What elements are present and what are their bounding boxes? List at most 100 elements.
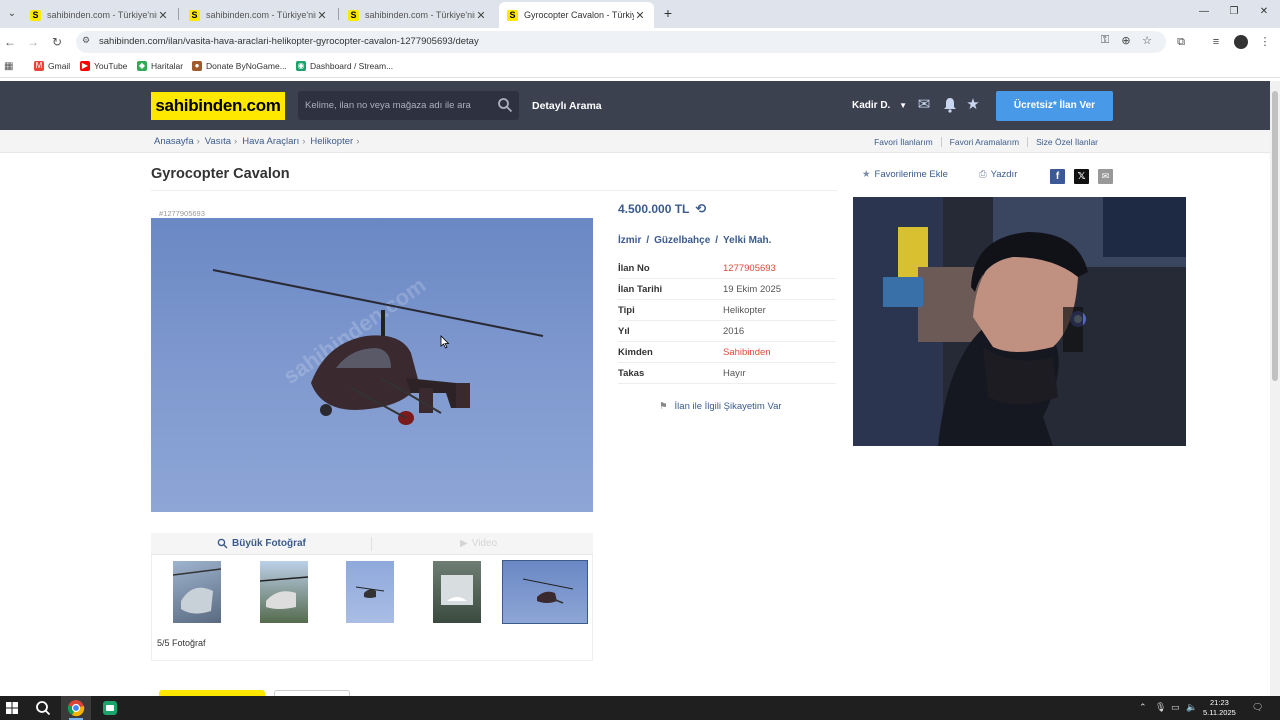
bookmark-maps[interactable]: ◆ Haritalar: [137, 61, 183, 71]
tray-overflow-icon[interactable]: ⌃: [1139, 702, 1147, 713]
bookmark-youtube[interactable]: ▶ YouTube: [80, 61, 127, 71]
photo-count: 5/5 Fotoğraf: [157, 638, 206, 648]
microphone-icon[interactable]: 🎙: [1155, 702, 1166, 713]
breadcrumb-home[interactable]: Anasayfa: [154, 136, 194, 147]
system-clock[interactable]: 21:23 5.11.2025: [1203, 698, 1236, 718]
gyrocopter-image: [212, 269, 544, 425]
extensions-icon[interactable]: ⧉: [1173, 34, 1189, 50]
user-menu[interactable]: Kadir D. ▼: [852, 100, 907, 111]
close-tab-icon[interactable]: ✕: [316, 9, 328, 22]
price-history-icon[interactable]: ⟲: [695, 201, 706, 217]
forward-icon[interactable]: →: [25, 34, 41, 50]
facebook-share-icon[interactable]: f: [1050, 169, 1065, 184]
play-icon: ▶: [460, 538, 468, 549]
site-logo[interactable]: sahibinden.com: [151, 92, 285, 120]
listing-price: 4.500.000 TL ⟲: [618, 201, 706, 217]
browser-tab-1[interactable]: S sahibinden.com - Türkiye'nin O ✕: [22, 2, 177, 28]
profile-avatar[interactable]: [1234, 35, 1248, 49]
bookmark-donate[interactable]: ● Donate ByNoGame...: [192, 61, 287, 71]
browser-tab-3[interactable]: S sahibinden.com - Türkiye'nin O ✕: [340, 2, 495, 28]
bookmark-label: Gmail: [48, 61, 71, 71]
sahibinden-favicon-icon: S: [30, 9, 41, 21]
breadcrumb-vasita[interactable]: Vasıta: [205, 136, 231, 147]
location-district[interactable]: Güzelbahçe: [654, 235, 710, 246]
browser-tab-strip: ⌄ S sahibinden.com - Türkiye'nin O ✕ S s…: [0, 0, 1280, 28]
title-divider: [151, 190, 837, 191]
location-city[interactable]: İzmir: [618, 235, 641, 246]
thumbnail-3[interactable]: [346, 561, 394, 623]
tab-title: sahibinden.com - Türkiye'nin O: [206, 10, 316, 20]
windows-start-icon[interactable]: [3, 699, 21, 717]
thumbnail-4[interactable]: [433, 561, 481, 623]
bookmarks-bar: ▦ M Gmail ▶ YouTube ◆ Haritalar ● Donate…: [0, 56, 1280, 78]
tab-search-icon[interactable]: ⌄: [4, 6, 20, 22]
star-icon: ★: [862, 169, 871, 180]
password-key-icon[interactable]: ⚿: [1097, 34, 1113, 47]
notifications-bell-icon[interactable]: [941, 96, 959, 114]
video-label: Video: [471, 538, 498, 549]
taskbar-chrome-active[interactable]: [61, 696, 91, 720]
back-icon[interactable]: ←: [2, 34, 18, 50]
magnifier-icon: [217, 538, 228, 549]
thumbnail-2[interactable]: [260, 561, 308, 623]
messages-icon[interactable]: ✉: [915, 96, 933, 114]
detail-value[interactable]: Sahibinden: [723, 347, 771, 358]
search-icon[interactable]: [497, 97, 513, 113]
streaming-app-icon[interactable]: [101, 699, 119, 717]
breadcrumb-hava-araclari[interactable]: Hava Araçları: [242, 136, 299, 147]
print-link[interactable]: ⎙ Yazdır: [979, 169, 1017, 180]
close-window-icon[interactable]: ✕: [1257, 6, 1271, 17]
detail-row-date: İlan Tarihi 19 Ekim 2025: [618, 279, 836, 300]
page-scrollbar[interactable]: [1270, 81, 1280, 696]
add-favorite-link[interactable]: ★ Favorilerime Ekle: [862, 169, 948, 180]
favorites-star-icon[interactable]: ★: [964, 96, 982, 114]
report-listing-label: İlan ile İlgili Şikayetim Var: [674, 401, 782, 412]
address-bar[interactable]: ⚙ sahibinden.com/ilan/vasita-hava-aracla…: [76, 31, 1166, 53]
browser-menu-icon[interactable]: ⋮: [1257, 34, 1273, 50]
bookmark-star-icon[interactable]: ☆: [1139, 34, 1155, 47]
breadcrumb-helikopter[interactable]: Helikopter: [310, 136, 353, 147]
location-separator: /: [715, 235, 719, 246]
big-photo-button[interactable]: Büyük Fotoğraf: [217, 538, 306, 549]
advanced-search-link[interactable]: Detaylı Arama: [532, 100, 602, 112]
browser-tab-active[interactable]: S Gyrocopter Cavalon - Türkiye' ✕: [499, 2, 654, 28]
bookmark-dashboard[interactable]: ◉ Dashboard / Stream...: [296, 61, 393, 71]
close-tab-icon[interactable]: ✕: [157, 9, 169, 22]
tab-separator: [338, 8, 339, 20]
search-icon[interactable]: [34, 699, 52, 717]
close-tab-icon[interactable]: ✕: [475, 9, 487, 22]
bookmark-gmail[interactable]: M Gmail: [34, 61, 70, 71]
x-share-icon[interactable]: 𝕏: [1074, 169, 1089, 184]
main-photo[interactable]: sahibinden.com: [151, 218, 593, 512]
favorite-listings-link[interactable]: Favori İlanlarım: [866, 137, 941, 147]
breadcrumb-chevron-icon: ›: [234, 136, 238, 147]
apps-grid-icon[interactable]: ▦: [4, 61, 13, 72]
media-control-icon[interactable]: ≡: [1208, 34, 1224, 50]
address-url: sahibinden.com/ilan/vasita-hava-araclari…: [99, 36, 479, 47]
network-icon[interactable]: ▭: [1171, 702, 1180, 713]
volume-icon[interactable]: 🔈: [1186, 702, 1197, 713]
restore-window-icon[interactable]: ❐: [1227, 6, 1241, 17]
thumbnail-image: [522, 578, 574, 604]
location-neighborhood[interactable]: Yelki Mah.: [723, 235, 771, 246]
for-you-listings-link[interactable]: Size Özel İlanlar: [1027, 137, 1106, 147]
thumbnail-image: [355, 586, 385, 598]
zoom-icon[interactable]: ⊕: [1118, 34, 1134, 47]
notifications-icon[interactable]: 🗨: [1252, 702, 1263, 713]
thumbnail-5-selected[interactable]: [502, 560, 588, 624]
scrollbar-thumb[interactable]: [1272, 91, 1278, 381]
search-input[interactable]: Kelime, ilan no veya mağaza adı ile ara: [298, 91, 519, 120]
new-tab-button[interactable]: +: [661, 5, 675, 21]
browser-tab-2[interactable]: S sahibinden.com - Türkiye'nin O ✕: [181, 2, 336, 28]
email-share-icon[interactable]: ✉: [1098, 169, 1113, 184]
report-listing-link[interactable]: ⚑ İlan ile İlgili Şikayetim Var: [659, 401, 782, 412]
site-info-icon[interactable]: ⚙: [82, 35, 90, 46]
post-ad-button[interactable]: Ücretsiz* İlan Ver: [996, 91, 1113, 121]
minimize-window-icon[interactable]: —: [1197, 6, 1211, 17]
favorite-searches-link[interactable]: Favori Aramalarım: [940, 137, 1027, 147]
reload-icon[interactable]: ↻: [49, 34, 65, 50]
thumbnail-1[interactable]: [173, 561, 221, 623]
close-tab-icon[interactable]: ✕: [634, 9, 646, 22]
thumbnail-image: [173, 568, 221, 614]
breadcrumb-chevron-icon: ›: [356, 136, 360, 147]
